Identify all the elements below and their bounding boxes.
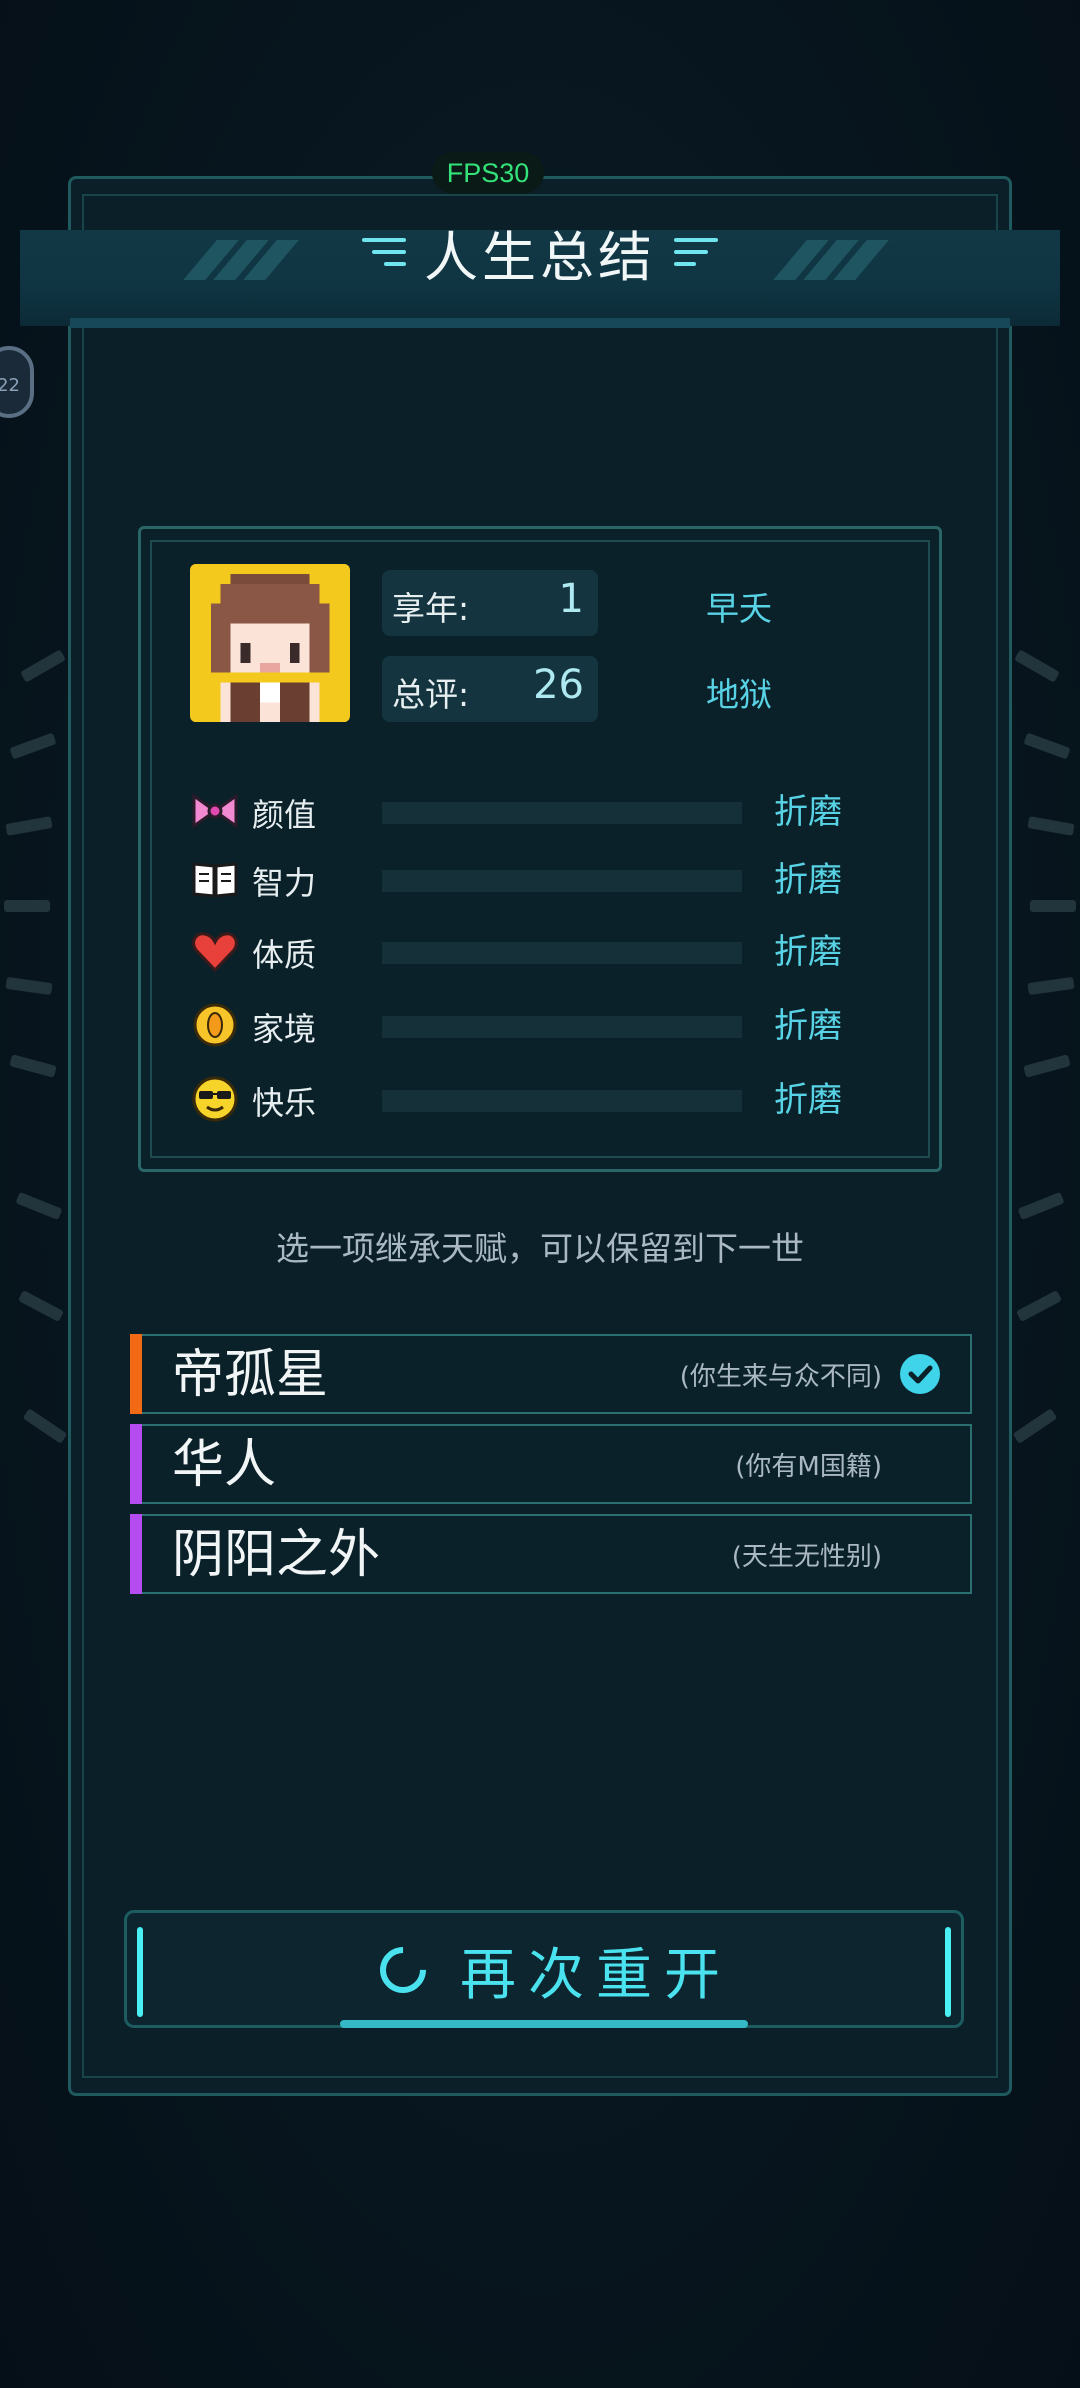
page-title: 人生总结 [424, 226, 656, 289]
attribute-label: 快乐 [252, 1084, 317, 1122]
attribute-label: 体质 [252, 936, 317, 974]
talent-name: 帝孤星 [172, 1345, 329, 1405]
restart-edge-left [137, 1927, 143, 2017]
attribute-row-happiness: 快乐 折磨 [190, 1068, 910, 1128]
restart-label: 再次重开 [460, 1943, 732, 2008]
floating-badge[interactable]: 22 [0, 346, 34, 418]
age-verdict: 早夭 [706, 589, 772, 628]
attribute-label: 智力 [252, 864, 317, 902]
attribute-value: 折磨 [774, 932, 842, 972]
heart-icon [192, 932, 238, 973]
bow-icon [192, 793, 238, 829]
restart-edge-right [945, 1927, 951, 2017]
talent-grade-bar [130, 1424, 142, 1504]
talent-description: (天生无性别) [731, 1542, 882, 1572]
sunglasses-face-icon [192, 1076, 238, 1122]
talent-option[interactable]: 华人 (你有M国籍) [130, 1424, 972, 1504]
talent-name: 华人 [172, 1435, 277, 1495]
attribute-label: 颜值 [252, 796, 317, 834]
attribute-value: 折磨 [774, 792, 842, 832]
pixel-character-icon [191, 564, 349, 722]
score-value: 26 [533, 662, 584, 708]
talent-description: (你生来与众不同) [679, 1362, 882, 1392]
attribute-bar [382, 870, 742, 892]
attribute-row-appearance: 颜值 折磨 [190, 780, 910, 840]
attribute-label: 家境 [252, 1010, 317, 1048]
fps-counter: FPS30 [432, 152, 544, 194]
talent-option[interactable]: 帝孤星 (你生来与众不同) [130, 1334, 972, 1414]
attribute-bar [382, 1016, 742, 1038]
attribute-value: 折磨 [774, 860, 842, 900]
book-icon [192, 862, 238, 898]
talent-grade-bar [130, 1334, 142, 1414]
inherit-hint: 选一项继承天赋，可以保留到下一世 [276, 1229, 804, 1268]
attribute-bar [382, 942, 742, 964]
talent-description: (你有M国籍) [735, 1452, 882, 1482]
attribute-bar [382, 802, 742, 824]
restart-underline [340, 2020, 748, 2028]
title-banner-edge [70, 318, 1010, 328]
attribute-value: 折磨 [774, 1006, 842, 1046]
age-value: 1 [558, 576, 584, 622]
talent-grade-bar [130, 1514, 142, 1594]
attribute-row-constitution: 体质 折磨 [190, 920, 910, 980]
attribute-row-family: 家境 折磨 [190, 994, 910, 1054]
check-icon [900, 1354, 940, 1394]
talent-option[interactable]: 阴阳之外 (天生无性别) [130, 1514, 972, 1594]
score-verdict: 地狱 [706, 675, 772, 714]
talent-name: 阴阳之外 [172, 1525, 381, 1585]
attribute-value: 折磨 [774, 1080, 842, 1120]
attribute-row-intelligence: 智力 折磨 [190, 848, 910, 908]
attribute-bar [382, 1090, 742, 1112]
coin-icon [193, 1003, 237, 1047]
character-avatar [190, 564, 350, 722]
